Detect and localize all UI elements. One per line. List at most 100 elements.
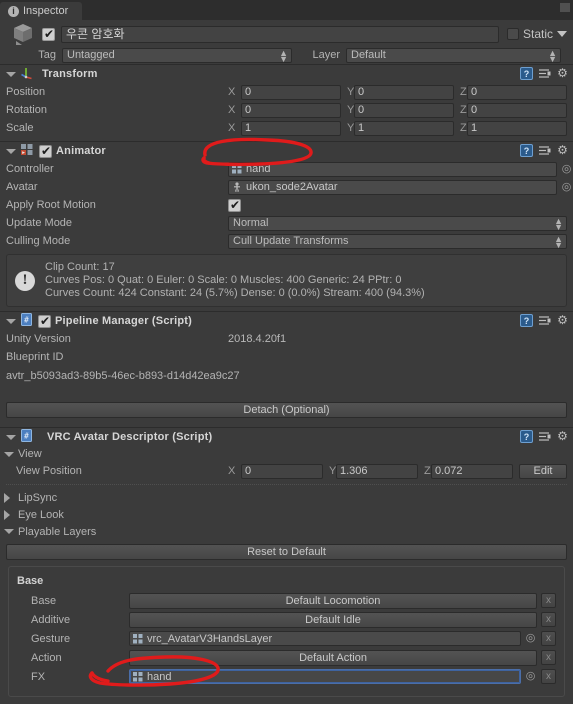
foldout-arrow-icon[interactable] (4, 529, 14, 534)
gear-icon[interactable]: ⚙ (556, 67, 569, 80)
script-icon: # (20, 313, 33, 329)
foldout-arrow-icon[interactable] (4, 509, 10, 520)
gear-icon[interactable]: ⚙ (556, 314, 569, 327)
layer-clear-action[interactable]: x (541, 650, 556, 665)
culling-mode-dropdown[interactable]: Cull Update Transforms ▲ ▼ (228, 233, 567, 249)
eyelook-foldout[interactable]: Eye Look (0, 506, 573, 523)
axis-y-label: Y (347, 122, 355, 134)
preset-icon[interactable] (538, 144, 551, 157)
lipsync-foldout[interactable]: LipSync (0, 489, 573, 506)
chevron-updown-icon: ▲ ▼ (279, 47, 288, 64)
layer-value-fx[interactable]: hand (129, 669, 521, 684)
blueprint-id-value: avtr_b5093ad3-89b5-46ec-b893-d14d42ea9c2… (6, 370, 240, 382)
component-header-vrc-avatar-descriptor[interactable]: # VRC Avatar Descriptor (Script) ? ⚙ (0, 428, 573, 446)
layer-dropdown[interactable]: Default ▲ ▼ (346, 47, 561, 63)
gameobject-enabled-checkbox[interactable] (42, 27, 55, 41)
position-z-input[interactable]: 0 (467, 84, 567, 100)
foldout-arrow-icon[interactable] (4, 451, 14, 457)
tag-dropdown[interactable]: Untagged ▲ ▼ (62, 47, 292, 64)
gameobject-name-input[interactable]: 우콘 암호화 (61, 25, 499, 43)
position-x-input[interactable]: 0 (241, 84, 341, 100)
animator-info-line-1: Clip Count: 17 (45, 261, 115, 273)
component-icons-transform: ? ⚙ (520, 67, 569, 80)
layer-name-gesture: Gesture (31, 632, 71, 645)
foldout-arrow-icon[interactable] (6, 434, 16, 440)
edit-view-position-button[interactable]: Edit (519, 463, 567, 479)
layer-value-action[interactable]: Default Action (129, 649, 537, 666)
position-y-input[interactable]: 0 (354, 84, 454, 100)
update-mode-dropdown[interactable]: Normal ▲ ▼ (228, 215, 567, 232)
transform-scale-row: Scale X 1 Y 1 Z 1 (0, 119, 573, 137)
help-icon[interactable]: ? (520, 314, 533, 327)
preset-icon[interactable] (538, 314, 551, 327)
scale-x-input[interactable]: 1 (241, 120, 341, 136)
layer-row-additive: Additive Default Idle x (17, 610, 556, 629)
rotation-x-input[interactable]: 0 (241, 102, 341, 118)
gear-icon[interactable]: ⚙ (556, 144, 569, 157)
animator-enabled-checkbox[interactable] (39, 144, 52, 158)
layer-value-gesture[interactable]: vrc_AvatarV3HandsLayer (129, 631, 521, 646)
layer-clear-fx[interactable]: x (541, 669, 556, 684)
help-icon[interactable]: ? (520, 144, 533, 157)
tab-bar-menu-button[interactable] (560, 3, 570, 12)
help-icon[interactable]: ? (520, 67, 533, 80)
component-header-pipeline-manager[interactable]: # Pipeline Manager (Script) ? ⚙ (0, 312, 573, 330)
layer-name-fx: FX (31, 670, 46, 683)
chevron-down-icon[interactable] (557, 31, 567, 37)
info-icon: ! (15, 270, 35, 291)
foldout-arrow-icon[interactable] (6, 318, 16, 324)
tab-inspector[interactable]: i Inspector (0, 2, 83, 20)
animator-controller-field[interactable]: hand (228, 161, 557, 177)
help-icon[interactable]: ? (520, 430, 533, 443)
playable-layers-foldout[interactable]: Playable Layers (0, 523, 573, 540)
layer-name-additive: Additive (31, 613, 71, 626)
component-header-transform[interactable]: Transform ? ⚙ (0, 65, 573, 83)
blueprint-id-label: Blueprint ID (6, 351, 64, 363)
layer-name-base: Base (31, 594, 57, 607)
layer-label: Layer (312, 49, 340, 61)
object-picker-icon[interactable]: ◎ (524, 632, 537, 645)
apply-root-motion-checkbox[interactable] (228, 198, 241, 212)
axis-y-label: Y (329, 465, 337, 477)
scale-y-input[interactable]: 1 (354, 120, 454, 136)
scale-z-input[interactable]: 1 (467, 120, 567, 136)
rotation-z-input[interactable]: 0 (467, 102, 567, 118)
animator-avatar-field[interactable]: ukon_sode2Avatar (228, 179, 557, 195)
animator-update-mode-row: Update Mode Normal ▲ ▼ (0, 214, 573, 232)
object-picker-icon[interactable]: ◎ (560, 163, 573, 176)
axis-x-label: X (228, 86, 236, 98)
gear-icon[interactable]: ⚙ (556, 430, 569, 443)
static-checkbox[interactable] (506, 28, 519, 40)
foldout-arrow-icon[interactable] (4, 492, 10, 503)
view-position-y-input[interactable]: 1.306 (336, 463, 418, 479)
animator-culling-mode-label: Culling Mode (6, 235, 71, 247)
axis-z-label: Z (460, 122, 467, 134)
preset-icon[interactable] (538, 67, 551, 80)
object-picker-icon[interactable]: ◎ (524, 670, 537, 683)
reset-to-default-button[interactable]: Reset to Default (6, 544, 567, 560)
view-position-row: View Position X 0 Y 1.306 Z 0.072 Edit (0, 462, 573, 480)
component-header-animator[interactable]: Animator ? ⚙ (0, 142, 573, 160)
foldout-arrow-icon[interactable] (6, 148, 16, 154)
rotation-y-input[interactable]: 0 (354, 102, 454, 118)
layer-clear-additive[interactable]: x (541, 612, 556, 627)
layer-value-additive[interactable]: Default Idle (129, 611, 537, 628)
layer-clear-base[interactable]: x (541, 593, 556, 608)
tag-value: Untagged (67, 48, 115, 61)
detach-button[interactable]: Detach (Optional) (6, 402, 567, 418)
object-picker-icon[interactable]: ◎ (560, 181, 573, 194)
view-position-z-input[interactable]: 0.072 (431, 463, 513, 479)
layer-name-action: Action (31, 651, 62, 664)
layer-clear-gesture[interactable]: x (541, 631, 556, 646)
view-position-x-input[interactable]: 0 (241, 463, 323, 479)
pipeline-manager-enabled-checkbox[interactable] (38, 314, 51, 328)
layer-value-base[interactable]: Default Locomotion (129, 592, 537, 609)
preset-icon[interactable] (538, 430, 551, 443)
view-section-foldout[interactable]: View (0, 446, 573, 462)
foldout-arrow-icon[interactable] (6, 71, 16, 77)
layer-row-fx: FX hand ◎ x (17, 667, 556, 686)
axis-y-label: Y (347, 104, 355, 116)
static-group: Static (506, 27, 567, 41)
chevron-updown-icon: ▲ ▼ (554, 215, 563, 232)
component-icons-pipeline-manager: ? ⚙ (520, 314, 569, 327)
